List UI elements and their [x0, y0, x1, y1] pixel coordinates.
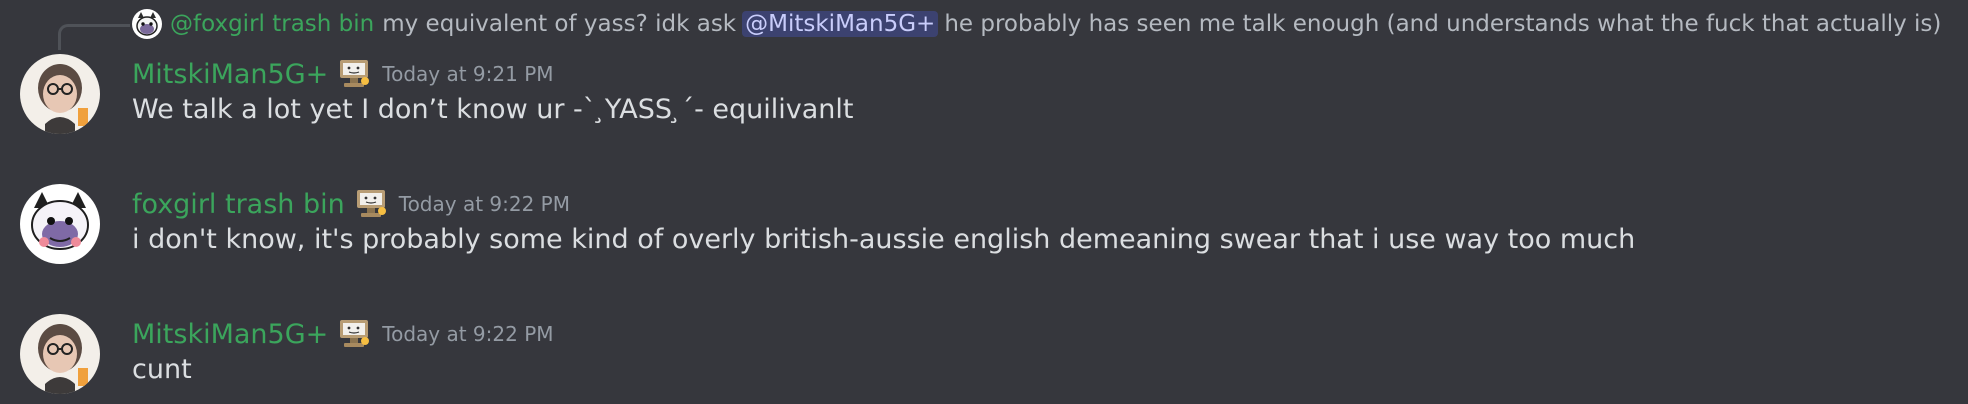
message-author[interactable]: MitskiMan5G+ [132, 319, 328, 350]
chat-message-3: MitskiMan5G+ Today at 9:22 PM cunt [0, 302, 1968, 402]
user-avatar-icon[interactable] [20, 54, 100, 134]
reply-preview[interactable]: @foxgirl trash bin my equivalent of yass… [132, 6, 1941, 42]
message-timestamp[interactable]: Today at 9:22 PM [399, 192, 570, 216]
message-content: We talk a lot yet I don’t know ur -` ̧YA… [132, 94, 854, 125]
user-avatar-icon[interactable] [20, 314, 100, 394]
reply-author[interactable]: @foxgirl trash bin [170, 11, 374, 37]
thinking-computer-emoji-icon[interactable] [336, 316, 372, 352]
message-header-3: MitskiMan5G+ Today at 9:22 PM [132, 314, 554, 354]
thinking-computer-emoji-icon[interactable] [353, 186, 389, 222]
message-header-2: foxgirl trash bin Today at 9:22 PM [132, 184, 570, 224]
message-author[interactable]: MitskiMan5G+ [132, 59, 328, 90]
reply-text-after: he probably has seen me talk enough (and… [944, 11, 1942, 37]
message-content: i don't know, it's probably some kind of… [132, 224, 1636, 255]
chat-message-2: foxgirl trash bin Today at 9:22 PM i don… [0, 172, 1968, 272]
message-timestamp[interactable]: Today at 9:21 PM [382, 62, 553, 86]
message-header-1: MitskiMan5G+ Today at 9:21 PM [132, 54, 554, 94]
message-author[interactable]: foxgirl trash bin [132, 189, 345, 220]
message-content: cunt [132, 354, 192, 385]
reply-text-before: my equivalent of yass? idk ask [382, 11, 737, 37]
reply-avatar-icon[interactable] [132, 9, 162, 39]
message-timestamp[interactable]: Today at 9:22 PM [382, 322, 553, 346]
user-avatar-icon[interactable] [20, 184, 100, 264]
chat-message-1: MitskiMan5G+ Today at 9:21 PM We talk a … [0, 42, 1968, 142]
chat-message-list: @foxgirl trash bin my equivalent of yass… [0, 0, 1968, 404]
thinking-computer-emoji-icon[interactable] [336, 56, 372, 92]
reply-mention[interactable]: @MitskiMan5G+ [742, 11, 939, 37]
